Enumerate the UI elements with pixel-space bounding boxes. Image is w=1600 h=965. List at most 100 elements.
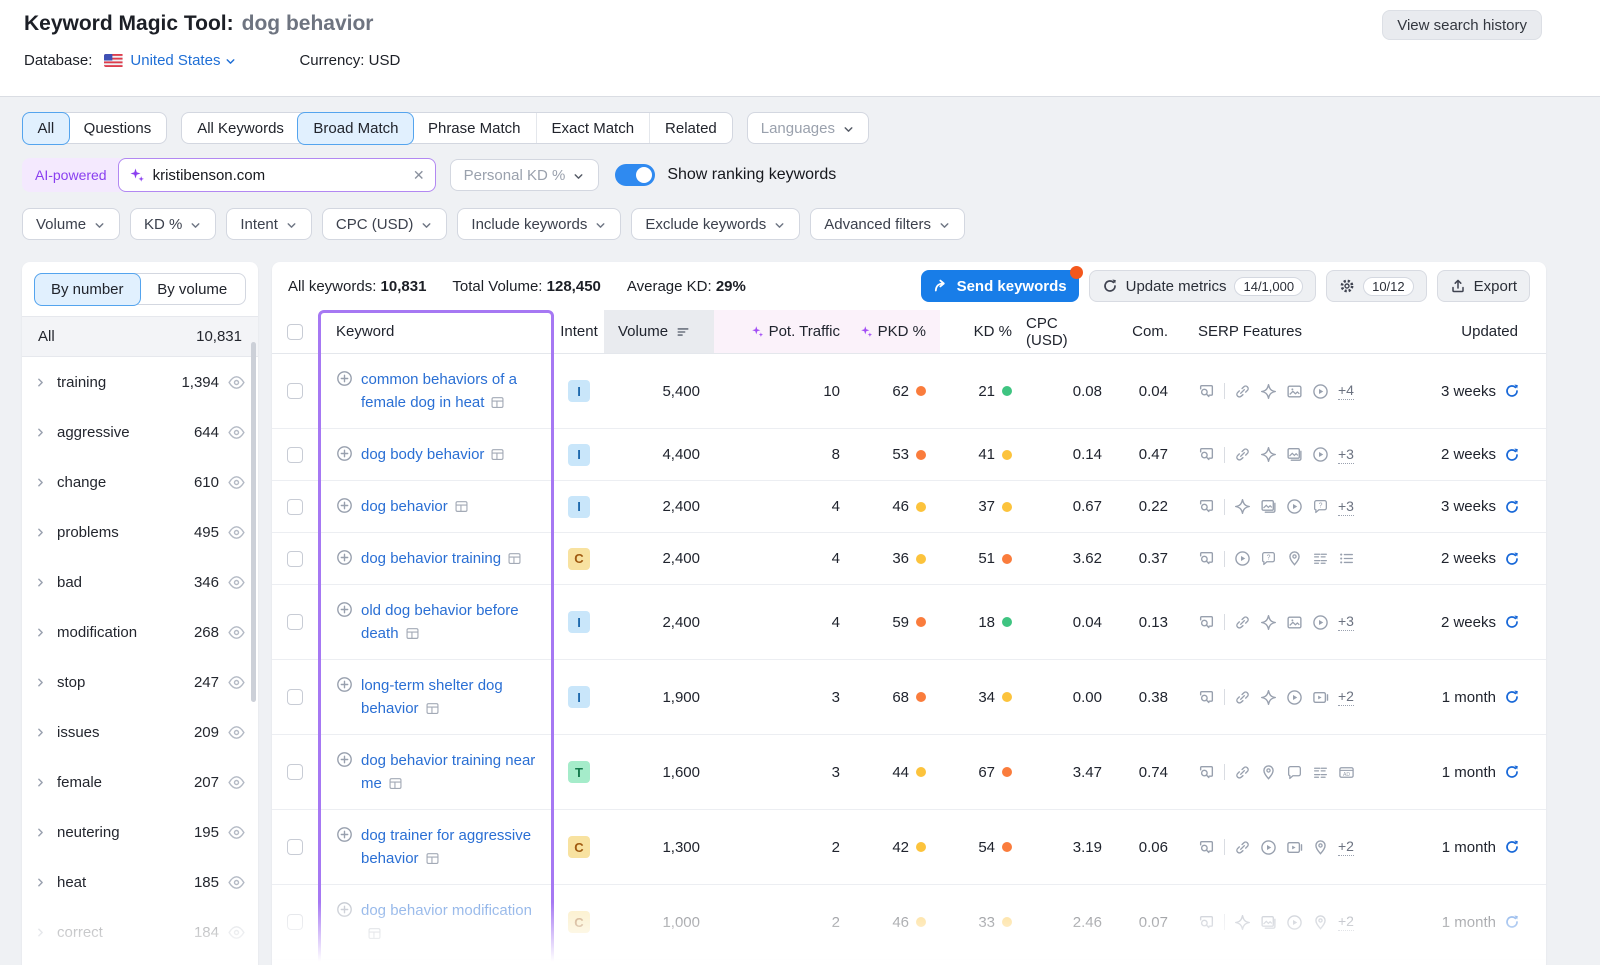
eye-icon[interactable] — [227, 823, 246, 842]
row-checkbox[interactable] — [287, 499, 303, 515]
row-checkbox[interactable] — [287, 839, 303, 855]
eye-icon[interactable] — [227, 423, 246, 442]
serp-page-icon[interactable] — [388, 776, 403, 791]
settings-button[interactable]: 10/12 — [1326, 270, 1427, 302]
row-checkbox[interactable] — [287, 614, 303, 630]
row-checkbox[interactable] — [287, 447, 303, 463]
keyword-link[interactable]: dog behavior modification — [361, 899, 544, 945]
column-header-pot-traffic[interactable]: Pot. Traffic — [714, 310, 854, 353]
keyword-link[interactable]: dog body behavior — [361, 443, 505, 466]
chevron-right-icon[interactable] — [34, 926, 47, 939]
serp-preview-icon[interactable] — [1198, 614, 1215, 631]
tab-broad-match[interactable]: Broad Match — [297, 112, 414, 145]
chevron-right-icon[interactable] — [34, 576, 47, 589]
refresh-icon[interactable] — [1504, 914, 1520, 930]
circle-plus-icon[interactable] — [336, 549, 353, 566]
keyword-link[interactable]: dog behavior training near me — [361, 749, 544, 795]
sidebar-item-issues[interactable]: issues209 — [22, 707, 258, 757]
column-header-updated[interactable]: Updated — [1406, 310, 1546, 353]
sidebar-item-bad[interactable]: bad346 — [22, 557, 258, 607]
chevron-right-icon[interactable] — [34, 776, 47, 789]
clear-input-icon[interactable]: ✕ — [413, 167, 425, 184]
circle-plus-icon[interactable] — [336, 601, 353, 618]
serp-more-features[interactable]: +2 — [1338, 838, 1354, 856]
sidebar-item-heat[interactable]: heat185 — [22, 857, 258, 907]
column-header-keyword[interactable]: Keyword — [318, 310, 554, 353]
serp-preview-icon[interactable] — [1198, 498, 1215, 515]
sidebar-item-change[interactable]: change610 — [22, 457, 258, 507]
sidebar-item-stop[interactable]: stop247 — [22, 657, 258, 707]
serp-preview-icon[interactable] — [1198, 689, 1215, 706]
refresh-icon[interactable] — [1504, 383, 1520, 399]
serp-preview-icon[interactable] — [1198, 764, 1215, 781]
circle-plus-icon[interactable] — [336, 370, 353, 387]
serp-preview-icon[interactable] — [1198, 550, 1215, 567]
sidebar-item-correct[interactable]: correct184 — [22, 907, 258, 957]
eye-icon[interactable] — [227, 723, 246, 742]
serp-more-features[interactable]: +2 — [1338, 913, 1354, 931]
serp-preview-icon[interactable] — [1198, 914, 1215, 931]
serp-page-icon[interactable] — [367, 926, 382, 941]
serp-page-icon[interactable] — [425, 851, 440, 866]
update-metrics-button[interactable]: Update metrics 14/1,000 — [1089, 270, 1316, 302]
chevron-right-icon[interactable] — [34, 876, 47, 889]
circle-plus-icon[interactable] — [336, 445, 353, 462]
column-header-cpc[interactable]: CPC (USD) — [1026, 310, 1116, 353]
refresh-icon[interactable] — [1504, 499, 1520, 515]
keyword-link[interactable]: long-term shelter dog behavior — [361, 674, 544, 720]
send-keywords-button[interactable]: Send keywords — [921, 270, 1079, 302]
eye-icon[interactable] — [227, 673, 246, 692]
serp-page-icon[interactable] — [425, 701, 440, 716]
row-checkbox[interactable] — [287, 383, 303, 399]
serp-page-icon[interactable] — [507, 551, 522, 566]
chevron-right-icon[interactable] — [34, 376, 47, 389]
sidebar-item-aggressive[interactable]: aggressive644 — [22, 407, 258, 457]
tab-questions[interactable]: Questions — [69, 113, 167, 143]
keyword-link[interactable]: common behaviors of a female dog in heat — [361, 368, 544, 414]
chevron-right-icon[interactable] — [34, 676, 47, 689]
refresh-icon[interactable] — [1504, 614, 1520, 630]
eye-icon[interactable] — [227, 473, 246, 492]
serp-more-features[interactable]: +3 — [1338, 613, 1354, 631]
circle-plus-icon[interactable] — [336, 751, 353, 768]
keyword-link[interactable]: dog trainer for aggressive behavior — [361, 824, 544, 870]
sidebar-item-neutering[interactable]: neutering195 — [22, 807, 258, 857]
circle-plus-icon[interactable] — [336, 901, 353, 918]
filter-dropdown-kd[interactable]: KD % — [130, 208, 216, 240]
chevron-right-icon[interactable] — [34, 726, 47, 739]
column-header-pkd[interactable]: PKD % — [854, 310, 940, 353]
languages-dropdown[interactable]: Languages — [747, 112, 869, 144]
serp-page-icon[interactable] — [454, 499, 469, 514]
sidebar-item-modification[interactable]: modification268 — [22, 607, 258, 657]
view-search-history-button[interactable]: View search history — [1382, 10, 1542, 40]
serp-more-features[interactable]: +2 — [1338, 688, 1354, 706]
serp-more-features[interactable]: +4 — [1338, 382, 1354, 400]
circle-plus-icon[interactable] — [336, 826, 353, 843]
show-ranking-keywords-toggle[interactable] — [615, 164, 655, 186]
serp-preview-icon[interactable] — [1198, 446, 1215, 463]
eye-icon[interactable] — [227, 523, 246, 542]
database-selector[interactable]: United States — [130, 52, 237, 69]
select-all-checkbox[interactable] — [287, 324, 303, 340]
tab-all-keywords[interactable]: All Keywords — [182, 113, 299, 143]
serp-page-icon[interactable] — [405, 626, 420, 641]
sidebar-item-training[interactable]: training1,394 — [22, 357, 258, 407]
filter-dropdown-volume[interactable]: Volume — [22, 208, 120, 240]
row-checkbox[interactable] — [287, 551, 303, 567]
tab-by-volume[interactable]: By volume — [140, 274, 246, 304]
serp-preview-icon[interactable] — [1198, 383, 1215, 400]
row-checkbox[interactable] — [287, 914, 303, 930]
chevron-right-icon[interactable] — [34, 626, 47, 639]
serp-page-icon[interactable] — [490, 447, 505, 462]
refresh-icon[interactable] — [1504, 839, 1520, 855]
column-header-kd[interactable]: KD % — [940, 310, 1026, 353]
tab-by-number[interactable]: By number — [34, 273, 142, 306]
tab-exact-match[interactable]: Exact Match — [536, 113, 650, 143]
filter-dropdown-advanced-filters[interactable]: Advanced filters — [810, 208, 965, 240]
sidebar-item-female[interactable]: female207 — [22, 757, 258, 807]
sidebar-item-problems[interactable]: problems495 — [22, 507, 258, 557]
eye-icon[interactable] — [227, 623, 246, 642]
eye-icon[interactable] — [227, 573, 246, 592]
sidebar-scrollbar[interactable] — [251, 342, 256, 702]
eye-icon[interactable] — [227, 773, 246, 792]
